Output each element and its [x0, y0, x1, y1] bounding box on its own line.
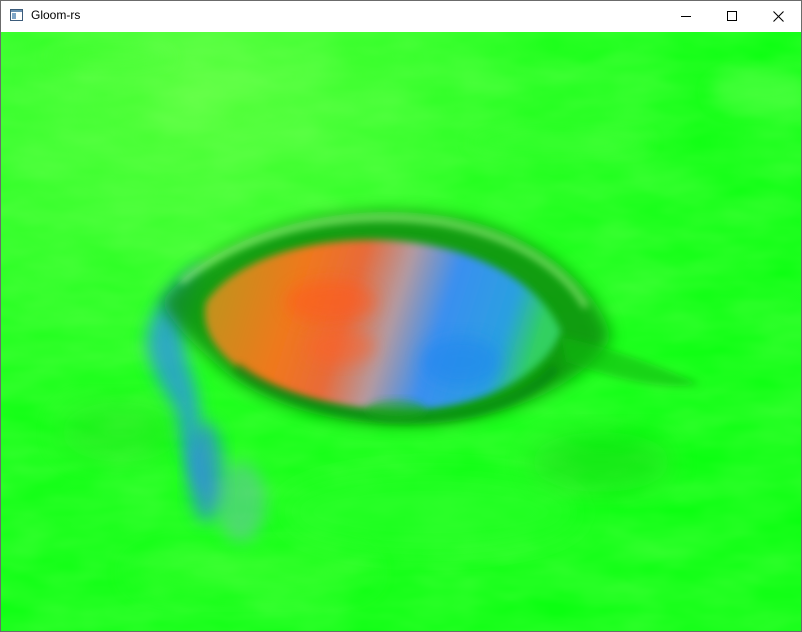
app-window-icon — [10, 9, 23, 21]
close-button[interactable] — [755, 1, 801, 31]
minimize-button[interactable] — [663, 1, 709, 31]
render-viewport[interactable] — [1, 32, 801, 631]
maximize-button[interactable] — [709, 1, 755, 31]
minimize-icon — [681, 16, 691, 17]
app-window: Gloom-rs — [0, 0, 802, 632]
maximize-icon — [727, 11, 737, 21]
peak-highlight — [286, 280, 376, 324]
title-bar[interactable]: Gloom-rs — [1, 1, 801, 31]
terrain-render — [1, 32, 801, 631]
close-icon — [772, 10, 784, 22]
window-title: Gloom-rs — [31, 8, 81, 22]
